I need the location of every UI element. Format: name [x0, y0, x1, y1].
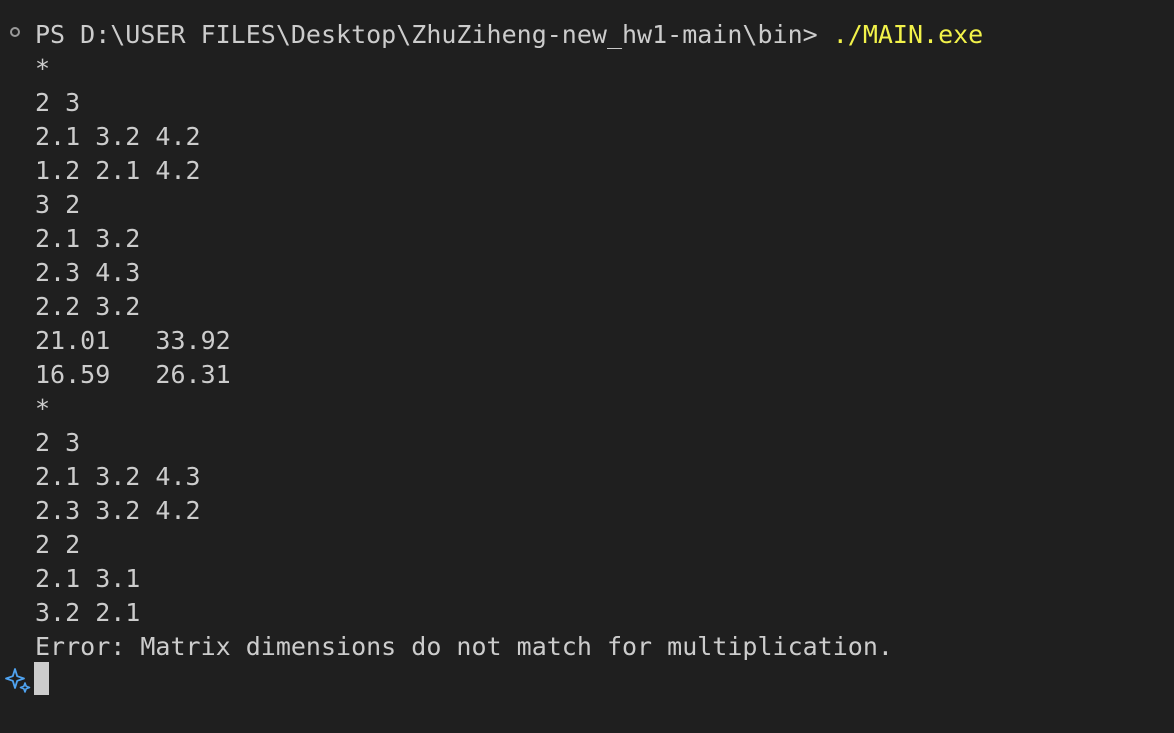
- prompt-text: PS D:\USER FILES\Desktop\ZhuZiheng-new_h…: [35, 20, 833, 49]
- output-line: 2.3 4.3: [35, 258, 141, 287]
- output-line: 3.2 2.1: [35, 598, 141, 627]
- text-cursor: [34, 662, 49, 695]
- terminal-panel[interactable]: PS D:\USER FILES\Desktop\ZhuZiheng-new_h…: [0, 0, 1174, 733]
- output-line: 1.2 2.1 4.2: [35, 156, 201, 185]
- output-line: 2.1 3.1: [35, 564, 141, 593]
- output-line: 2.1 3.2 4.3: [35, 462, 201, 491]
- output-line: 21.01 33.92: [35, 326, 231, 355]
- output-line: 16.59 26.31: [35, 360, 231, 389]
- command-status-icon[interactable]: [10, 27, 20, 37]
- output-line: 2.2 3.2: [35, 292, 141, 321]
- output-line: *: [35, 54, 51, 83]
- command-text: ./MAIN.exe: [832, 20, 984, 49]
- output-line: 2 3: [35, 428, 81, 457]
- output-line: 2 2: [35, 530, 81, 559]
- sparkle-icon[interactable]: [4, 666, 32, 694]
- error-message: Error: Matrix dimensions do not match fo…: [35, 632, 893, 661]
- output-line: 3 2: [35, 190, 81, 219]
- output-line: 2.1 3.2 4.2: [35, 122, 201, 151]
- output-line: 2.3 3.2 4.2: [35, 496, 201, 525]
- output-line: *: [35, 394, 51, 423]
- output-line: 2 3: [35, 88, 81, 117]
- output-line: 2.1 3.2: [35, 224, 141, 253]
- prompt-line: PS D:\USER FILES\Desktop\ZhuZiheng-new_h…: [35, 18, 983, 52]
